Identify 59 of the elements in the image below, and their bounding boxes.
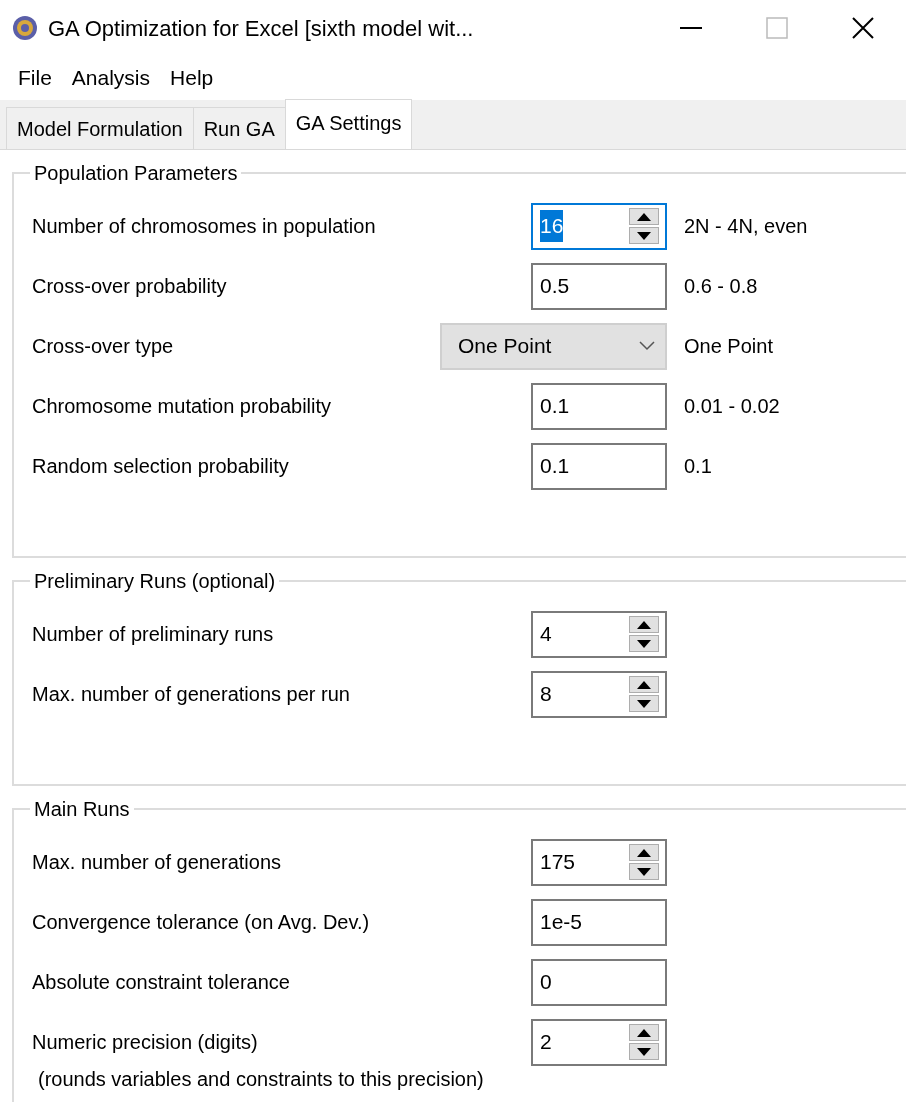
triangle-down-icon	[637, 231, 651, 240]
spin-field[interactable]: 175	[531, 838, 667, 886]
spin-field[interactable]: 2	[531, 1018, 667, 1066]
spin-field[interactable]: 16	[531, 202, 667, 250]
field-label: Max. number of generations	[32, 850, 283, 875]
minimize-icon	[680, 27, 702, 29]
menu-item[interactable]: File	[8, 58, 62, 98]
spin-up-button[interactable]	[629, 1024, 659, 1041]
close-icon	[851, 16, 875, 40]
triangle-down-icon	[637, 1047, 651, 1056]
dropdown[interactable]: One Point	[440, 322, 667, 370]
input-field[interactable]: 0.1	[531, 382, 667, 430]
field-label: Cross-over probability	[32, 274, 228, 299]
spin-down-button[interactable]	[629, 863, 659, 880]
triangle-up-icon	[637, 212, 651, 221]
triangle-up-icon	[637, 620, 651, 629]
spin-down-button[interactable]	[629, 1043, 659, 1060]
spin-field[interactable]: 8	[531, 670, 667, 718]
hint-text: 0.01 - 0.02	[684, 394, 780, 419]
tab[interactable]: Model Formulation	[6, 107, 194, 149]
note-text: (rounds variables and constraints to this precision)	[37, 1067, 485, 1092]
input-field[interactable]: 1e-5	[531, 898, 667, 946]
spin-up-button[interactable]	[629, 616, 659, 633]
window-title: GA Optimization for Excel [sixth model wit...	[48, 14, 474, 43]
spin-down-button[interactable]	[629, 695, 659, 712]
triangle-up-icon	[637, 1028, 651, 1037]
spin-field[interactable]: 4	[531, 610, 667, 658]
field-label: Number of preliminary runs	[32, 622, 275, 647]
hint-text: 0.1	[684, 454, 712, 479]
input-field[interactable]: 0.5	[531, 262, 667, 310]
triangle-up-icon	[637, 680, 651, 689]
triangle-down-icon	[637, 867, 651, 876]
tab[interactable]: GA Settings	[284, 99, 413, 149]
hint-text: 0.6 - 0.8	[684, 274, 758, 299]
spin-down-button[interactable]	[629, 635, 659, 652]
input-field[interactable]: 0.1	[531, 442, 667, 490]
field-label: Absolute constraint tolerance	[32, 970, 291, 995]
spin-up-button[interactable]	[629, 208, 659, 225]
menu-item[interactable]: Help	[160, 58, 224, 98]
input-field[interactable]: 0	[531, 958, 667, 1006]
hint-text: One Point	[684, 334, 773, 359]
field-label: Cross-over type	[32, 334, 175, 359]
field-label: Max. number of generations per run	[32, 682, 351, 707]
triangle-up-icon	[637, 848, 651, 857]
field-label: Chromosome mutation probability	[32, 394, 333, 419]
triangle-down-icon	[637, 699, 651, 708]
spin-up-button[interactable]	[629, 676, 659, 693]
spin-up-button[interactable]	[629, 844, 659, 861]
hint-text: 2N - 4N, even	[684, 214, 808, 239]
field-label: Numeric precision (digits)	[32, 1030, 259, 1055]
spin-down-button[interactable]	[629, 227, 659, 244]
field-label: Number of chromosomes in population	[32, 214, 377, 239]
field-label: Random selection probability	[32, 454, 290, 479]
menu-item[interactable]: Analysis	[61, 58, 161, 98]
triangle-down-icon	[637, 639, 651, 648]
field-label: Convergence tolerance (on Avg. Dev.)	[32, 910, 371, 935]
maximize-icon	[766, 17, 788, 39]
chevron-down-icon	[639, 341, 655, 351]
app-logo-icon	[12, 15, 38, 41]
